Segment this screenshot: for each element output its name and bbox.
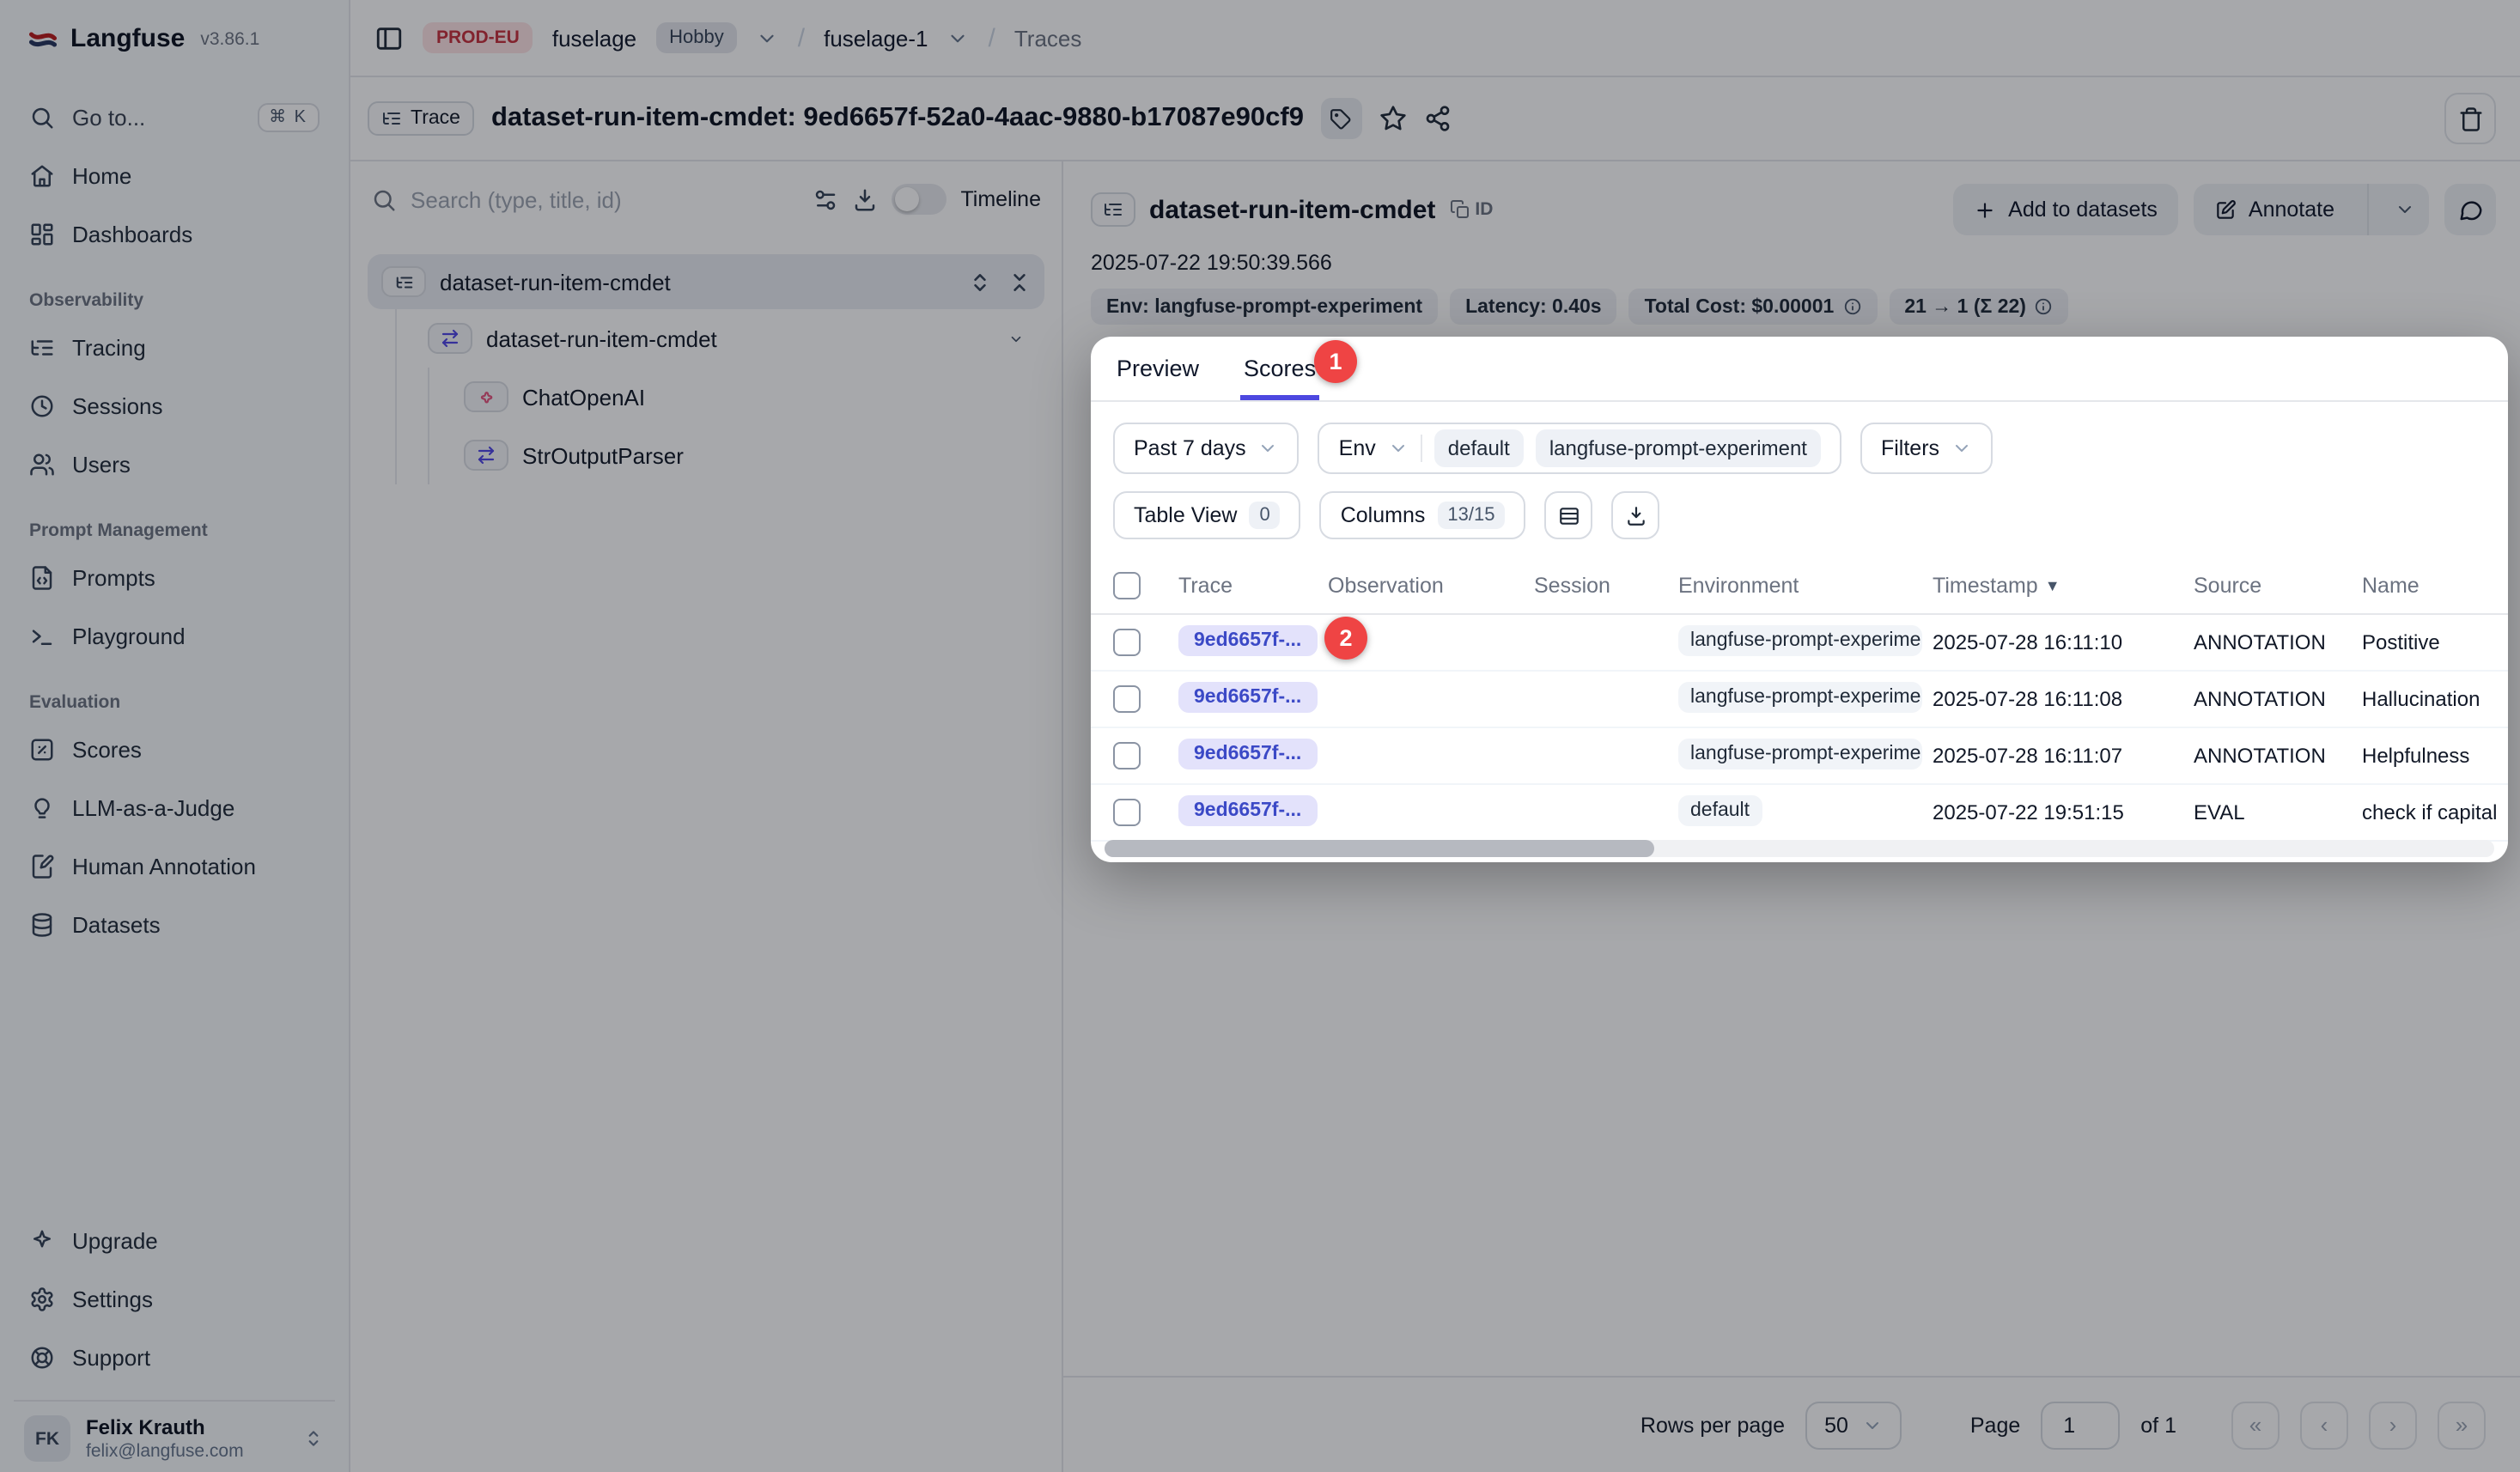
filters-button[interactable]: Filters [1860,423,1993,474]
horizontal-scrollbar[interactable] [1105,840,2494,857]
filter-divider [1421,435,1422,462]
col-session[interactable]: Session [1534,573,1678,597]
trace-id-pill[interactable]: 9ed6657f-... [1178,794,1317,825]
scores-table-header: Trace Observation Session Environment Ti… [1091,557,2508,615]
chevron-down-icon [1388,438,1409,459]
col-name[interactable]: Name [2362,573,2508,597]
timestamp-cell: 2025-07-22 19:51:15 [1933,800,2194,824]
trace-id-pill[interactable]: 9ed6657f-... [1178,681,1317,712]
source-cell: ANNOTATION [2194,630,2362,654]
table-view-count: 0 [1249,502,1280,529]
export-button[interactable] [1611,491,1659,539]
sort-desc-icon: ▼ [2045,576,2060,593]
row-checkbox[interactable] [1113,629,1141,656]
chevron-down-icon [1258,438,1279,459]
score-row[interactable]: 9ed6657f-... langfuse-prompt-experiment … [1091,728,2508,785]
table-view-label: Table View [1134,503,1237,527]
scrollbar-thumb[interactable] [1105,840,1654,857]
scores-filter-row: Past 7 days Env default langfuse-prompt-… [1113,423,2486,474]
environment-pill: default [1678,794,1762,825]
row-checkbox[interactable] [1113,742,1141,769]
row-checkbox[interactable] [1113,685,1141,713]
scores-toolbar-row: Table View 0 Columns 13/15 [1113,491,2486,539]
env-filter-value-default: default [1434,429,1524,467]
timestamp-cell: 2025-07-28 16:11:10 [1933,630,2194,654]
trace-id-pill[interactable]: 9ed6657f-... [1178,738,1317,769]
col-trace[interactable]: Trace [1178,573,1328,597]
col-source[interactable]: Source [2194,573,2362,597]
tab-preview[interactable]: Preview [1113,337,1202,400]
download-icon [1624,504,1647,526]
row-height-button[interactable] [1544,491,1592,539]
name-cell: Helpfulness [2362,744,2508,768]
date-range-filter[interactable]: Past 7 days [1113,423,1300,474]
col-timestamp[interactable]: Timestamp ▼ [1933,573,2194,597]
rows-icon [1557,504,1580,526]
name-cell: Hallucination [2362,687,2508,711]
app-window: Langfuse v3.86.1 Go to... ⌘ K Home Dashb… [0,0,2520,1472]
trace-id-pill[interactable]: 9ed6657f-... [1178,624,1317,655]
env-filter[interactable]: Env default langfuse-prompt-experiment [1318,423,1841,474]
env-filter-label: Env [1339,436,1376,460]
score-row[interactable]: 9ed6657f-... langfuse-prompt-experiment … [1091,615,2508,672]
environment-pill: langfuse-prompt-experiment [1678,624,1922,655]
date-range-value: Past 7 days [1134,436,1246,460]
name-cell: Postitive [2362,630,2508,654]
scores-card: Preview Scores Past 7 days Env default l… [1091,337,2508,862]
timestamp-cell: 2025-07-28 16:11:07 [1933,744,2194,768]
tour-step-2-badge: 2 [1324,617,1367,660]
col-environment[interactable]: Environment [1678,573,1933,597]
source-cell: EVAL [2194,800,2362,824]
source-cell: ANNOTATION [2194,687,2362,711]
filters-label: Filters [1881,436,1939,460]
source-cell: ANNOTATION [2194,744,2362,768]
columns-label: Columns [1341,503,1426,527]
name-cell: check if capital [2362,800,2508,824]
select-all-checkbox[interactable] [1113,571,1141,599]
env-filter-value-experiment: langfuse-prompt-experiment [1536,429,1821,467]
score-row[interactable]: 9ed6657f-... langfuse-prompt-experiment … [1091,672,2508,728]
col-observation[interactable]: Observation [1328,573,1534,597]
table-view-button[interactable]: Table View 0 [1113,491,1301,539]
columns-button[interactable]: Columns 13/15 [1320,491,1526,539]
tour-step-1-badge: 1 [1314,340,1357,383]
tab-scores[interactable]: Scores [1240,337,1319,400]
score-row[interactable]: 9ed6657f-... default 2025-07-22 19:51:15… [1091,785,2508,842]
timestamp-cell: 2025-07-28 16:11:08 [1933,687,2194,711]
environment-pill: langfuse-prompt-experiment [1678,738,1922,769]
environment-pill: langfuse-prompt-experiment [1678,681,1922,712]
chevron-down-icon [1951,438,1972,459]
row-checkbox[interactable] [1113,799,1141,826]
columns-count: 13/15 [1437,502,1505,529]
detail-tabs: Preview Scores [1091,337,2508,402]
